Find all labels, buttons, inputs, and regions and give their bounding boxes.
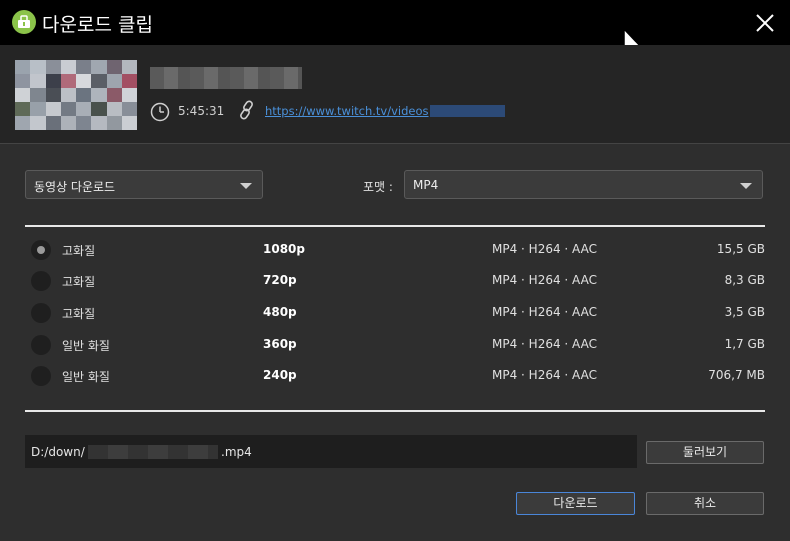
output-path-field[interactable]: D:/down/ .mp4: [25, 435, 637, 468]
quality-option[interactable]: 고화질 720p MP4 · H264 · AAC 8,3 GB: [25, 268, 765, 294]
file-size: 1,7 GB: [724, 337, 765, 351]
codec-info: MP4 · H264 · AAC: [492, 368, 597, 382]
file-size: 8,3 GB: [724, 273, 765, 287]
codec-info: MP4 · H264 · AAC: [492, 242, 597, 256]
clock-icon: [150, 102, 170, 122]
cancel-button[interactable]: 취소: [646, 492, 764, 515]
resolution: 240p: [263, 368, 297, 382]
clip-thumbnail: [15, 60, 137, 130]
window-title: 다운로드 클립: [42, 14, 153, 36]
close-icon[interactable]: [752, 10, 778, 36]
file-size: 706,7 MB: [708, 368, 765, 382]
radio-button[interactable]: [31, 271, 51, 291]
quality-option[interactable]: 일반 화질 240p MP4 · H264 · AAC 706,7 MB: [25, 363, 765, 389]
format-label: 포맷 :: [363, 180, 393, 194]
resolution: 480p: [263, 305, 297, 319]
resolution: 720p: [263, 273, 297, 287]
download-button[interactable]: 다운로드: [516, 492, 635, 515]
file-size: 3,5 GB: [724, 305, 765, 319]
clip-url-link[interactable]: https://www.twitch.tv/videos: [265, 104, 429, 118]
radio-button[interactable]: [31, 303, 51, 323]
codec-info: MP4 · H264 · AAC: [492, 305, 597, 319]
divider: [0, 143, 790, 144]
quality-option[interactable]: 고화질 480p MP4 · H264 · AAC 3,5 GB: [25, 300, 765, 326]
divider: [25, 410, 765, 412]
quality-label: 고화질: [62, 275, 96, 289]
quality-option[interactable]: 고화질 1080p MP4 · H264 · AAC 15,5 GB: [25, 237, 765, 263]
clip-meta-row: 5:45:31 https://www.twitch.tv/videos: [150, 100, 505, 122]
download-mode-select[interactable]: 동영상 다운로드: [25, 170, 263, 199]
app-logo-icon: [12, 10, 36, 34]
radio-button[interactable]: [31, 366, 51, 386]
resolution: 360p: [263, 337, 297, 351]
file-size: 15,5 GB: [716, 242, 765, 256]
codec-info: MP4 · H264 · AAC: [492, 337, 597, 351]
quality-label: 고화질: [62, 307, 96, 321]
format-value: MP4: [413, 178, 439, 192]
url-redacted: [429, 105, 505, 117]
link-icon: [238, 100, 256, 123]
quality-label: 일반 화질: [62, 339, 110, 353]
browse-button[interactable]: 둘러보기: [646, 441, 764, 464]
codec-info: MP4 · H264 · AAC: [492, 273, 597, 287]
clip-title-redacted: [150, 67, 302, 89]
download-mode-value: 동영상 다운로드: [34, 180, 116, 194]
quality-option[interactable]: 일반 화질 360p MP4 · H264 · AAC 1,7 GB: [25, 332, 765, 358]
quality-label: 고화질: [62, 244, 96, 258]
quality-label: 일반 화질: [62, 370, 110, 384]
path-suffix: .mp4: [221, 445, 252, 459]
path-prefix: D:/down/: [31, 445, 85, 459]
divider: [25, 225, 765, 227]
title-bar: 다운로드 클립: [0, 0, 790, 45]
chevron-down-icon: [740, 183, 752, 189]
filename-redacted: [88, 445, 218, 459]
radio-button[interactable]: [31, 335, 51, 355]
resolution: 1080p: [263, 242, 305, 256]
radio-button[interactable]: [31, 240, 51, 260]
chevron-down-icon: [240, 183, 252, 189]
format-select[interactable]: MP4: [404, 170, 763, 199]
clip-duration: 5:45:31: [178, 104, 225, 118]
